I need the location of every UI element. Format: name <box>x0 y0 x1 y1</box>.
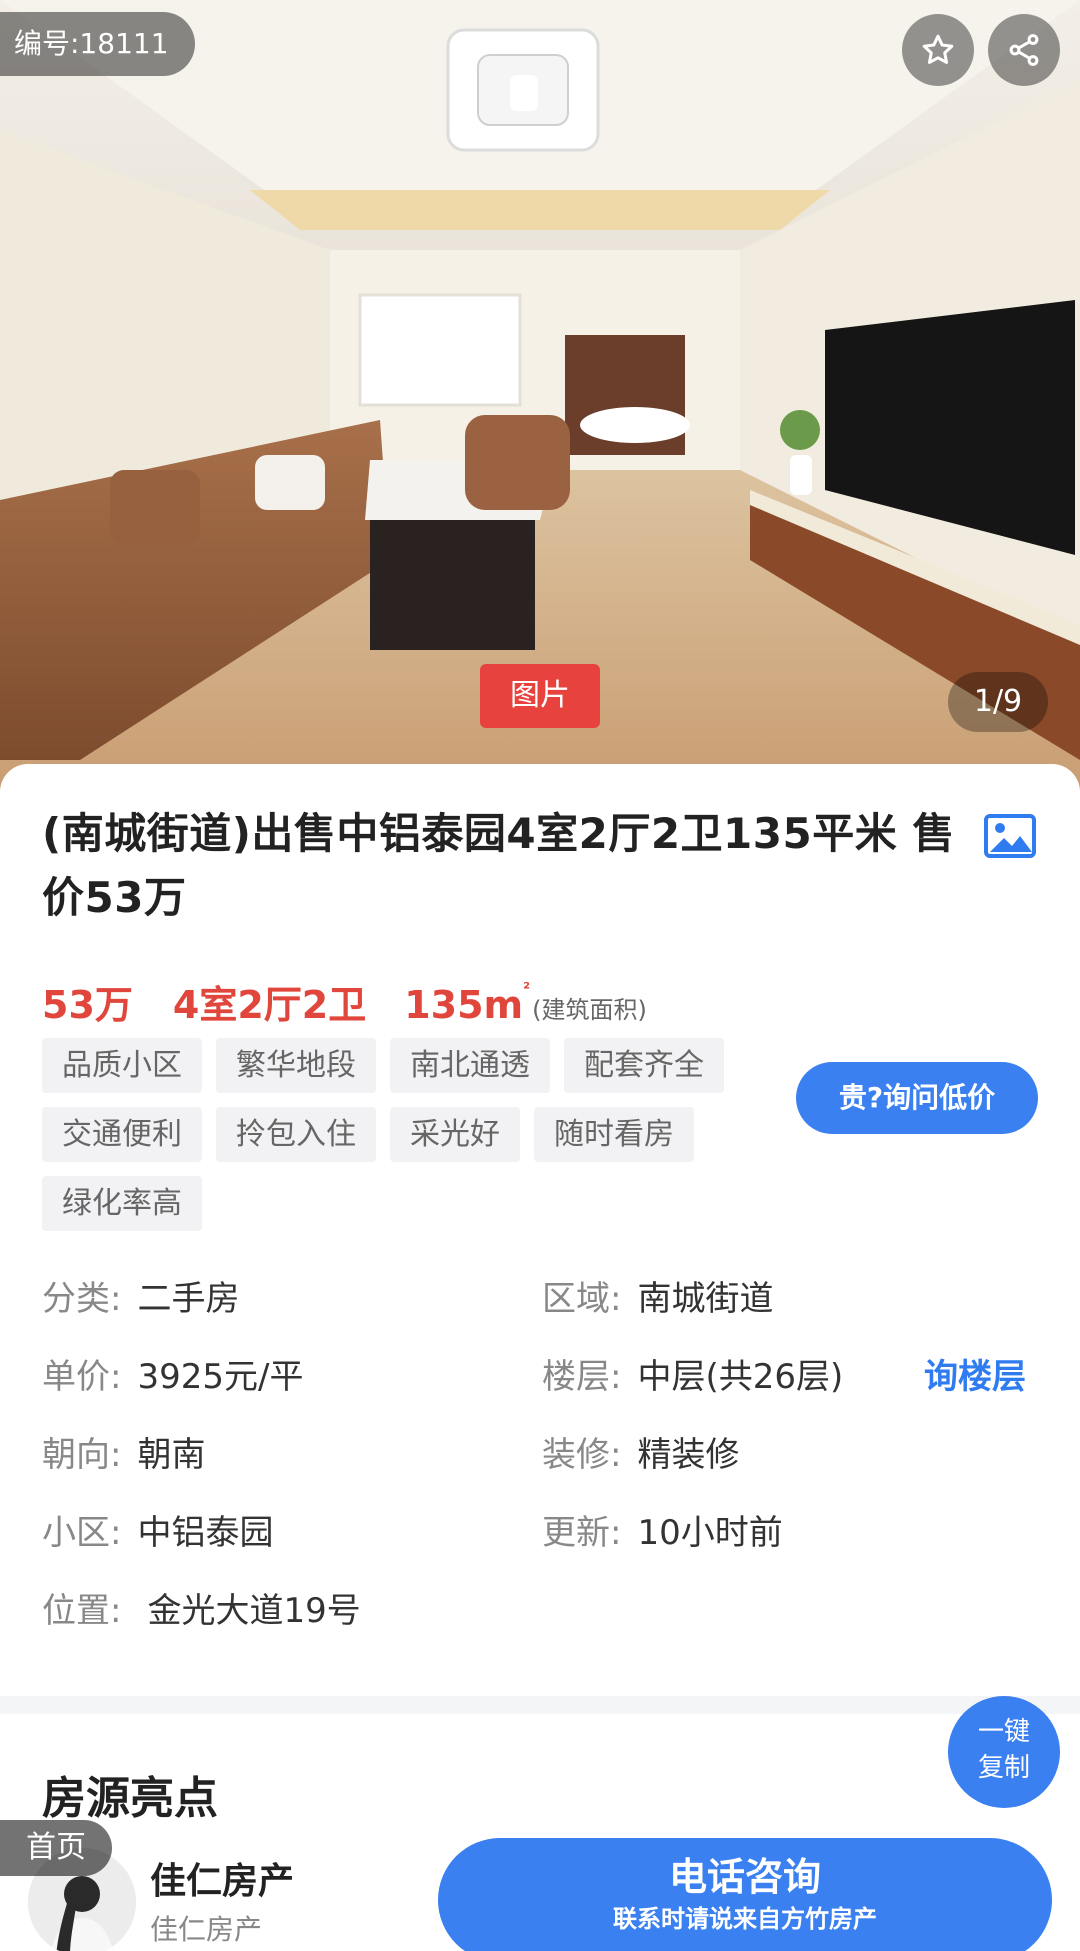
price-summary: 53万 4室2厅2卫 135m² (建筑面积) <box>42 974 647 1027</box>
highlights-title: 房源亮点 <box>42 1773 218 1824</box>
room-layout: 4室2厅2卫 <box>172 983 367 1027</box>
listing-info-card: (南城街道)出售中铝泰园4室2厅2卫135平米 售价53万 53万 4室2厅2卫… <box>0 764 1080 1704</box>
feature-tag: 交通便利 <box>42 1107 202 1162</box>
agent-name: 佳仁房产 <box>150 1861 295 1902</box>
star-icon <box>922 34 954 64</box>
area-note: (建筑面积) <box>532 996 647 1024</box>
attr-floor: 楼层: 中层(共26层) <box>542 1357 844 1397</box>
photo-counter: 1/9 <box>948 672 1048 732</box>
feature-tag: 配套齐全 <box>564 1038 724 1093</box>
home-tab[interactable]: 首页 <box>0 1820 112 1876</box>
share-icon <box>1009 34 1039 66</box>
listing-photo-gallery[interactable]: 编号:18111 图片 1/9 <box>0 0 1080 790</box>
agent-organization: 佳仁房产 <box>150 1913 263 1946</box>
one-click-copy-button[interactable]: 一键 复制 <box>948 1696 1060 1808</box>
attr-unit-price: 单价: 3925元/平 <box>42 1357 304 1397</box>
attr-decoration: 装修: 精装修 <box>542 1435 740 1475</box>
attr-orientation: 朝向: 朝南 <box>42 1435 206 1475</box>
attr-location: 位置: 金光大道19号 <box>42 1591 361 1631</box>
feature-tag: 繁华地段 <box>216 1038 376 1093</box>
feature-tag: 拎包入住 <box>216 1107 376 1162</box>
favorite-button[interactable] <box>902 14 974 86</box>
feature-tags: 品质小区 繁华地段 南北通透 配套齐全 交通便利 拎包入住 采光好 随时看房 绿… <box>42 1038 762 1245</box>
floor-area: 135m² <box>404 979 531 1027</box>
call-button-title: 电话咨询 <box>668 1855 821 1899</box>
ask-floor-link[interactable]: 询楼层 <box>924 1352 1026 1402</box>
listing-id-badge: 编号:18111 <box>0 12 195 76</box>
share-button[interactable] <box>988 14 1060 86</box>
feature-tag: 南北通透 <box>390 1038 550 1093</box>
image-tab-button[interactable]: 图片 <box>480 664 600 728</box>
ask-lower-price-button[interactable]: 贵?询问低价 <box>796 1062 1038 1134</box>
listing-title: (南城街道)出售中铝泰园4室2厅2卫135平米 售价53万 <box>42 809 955 922</box>
feature-tag: 随时看房 <box>534 1107 694 1162</box>
phone-consult-button[interactable]: 电话咨询 联系时请说来自方竹房产 <box>438 1838 1052 1951</box>
section-divider <box>0 1696 1080 1714</box>
feature-tag: 绿化率高 <box>42 1176 202 1231</box>
feature-tag: 品质小区 <box>42 1038 202 1093</box>
feature-tag: 采光好 <box>390 1107 520 1162</box>
attr-category: 分类: 二手房 <box>42 1279 240 1319</box>
attr-update-time: 更新: 10小时前 <box>542 1513 783 1553</box>
attr-community: 小区: 中铝泰园 <box>42 1513 274 1553</box>
attr-region: 区域: 南城街道 <box>542 1279 774 1319</box>
total-price: 53万 <box>42 983 133 1027</box>
picture-icon[interactable] <box>984 814 1036 858</box>
bottom-action-bar: 首页 佳仁房产 佳仁房产 电话咨询 联系时请说来自方竹房产 <box>0 1820 1080 1951</box>
call-button-subtitle: 联系时请说来自方竹房产 <box>613 1905 877 1933</box>
